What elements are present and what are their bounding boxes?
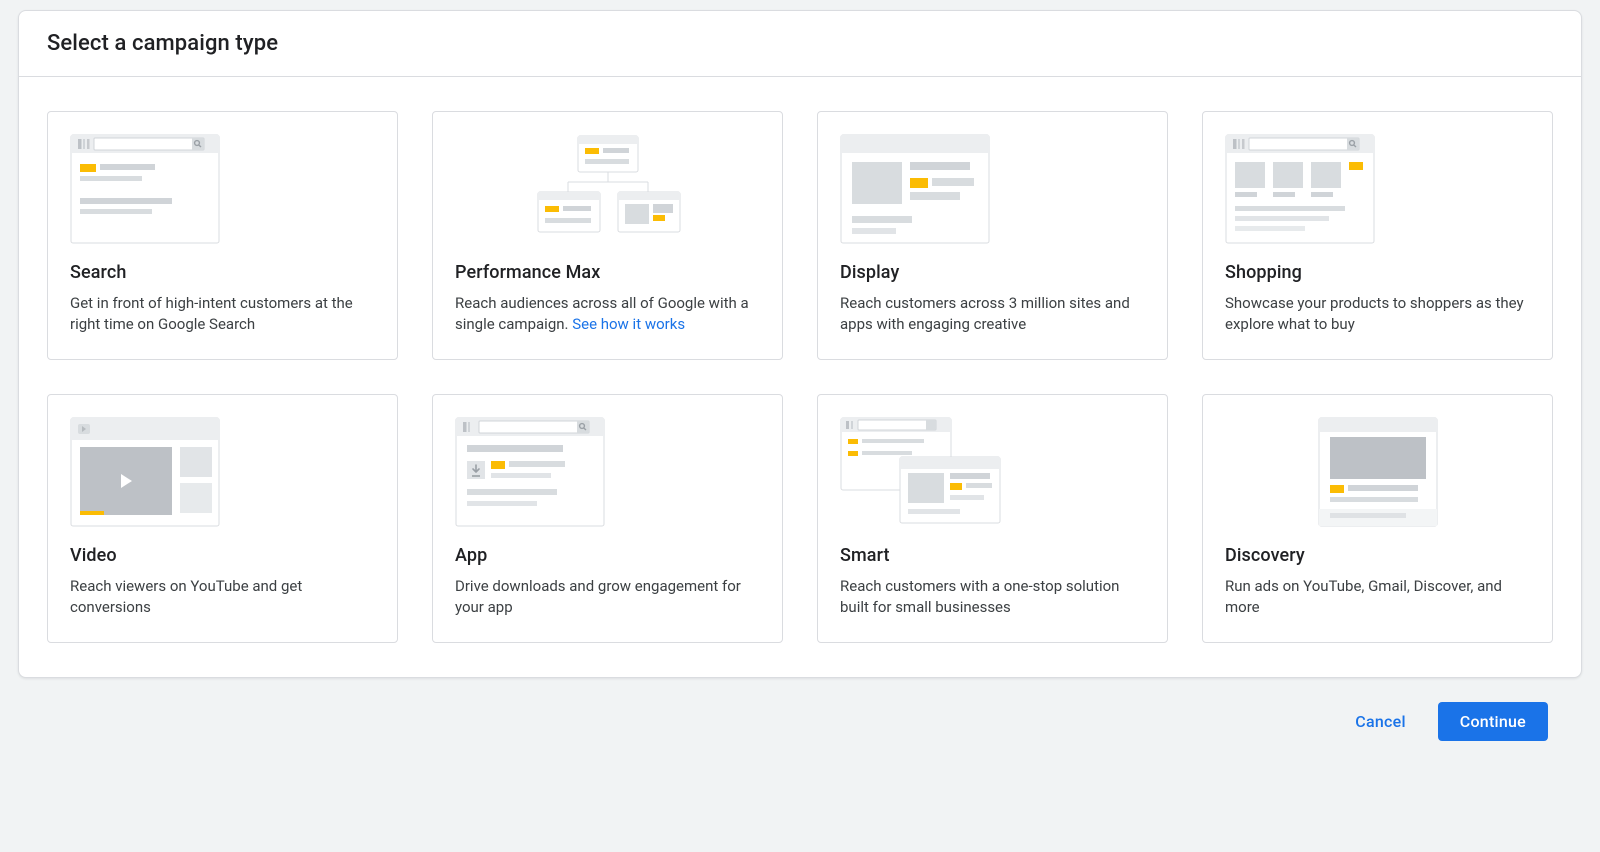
- search-illustration-icon: [70, 134, 375, 244]
- smart-illustration-icon: [840, 417, 1145, 527]
- card-app[interactable]: App Drive downloads and grow engagement …: [432, 394, 783, 643]
- card-smart[interactable]: Smart Reach customers with a one-stop so…: [817, 394, 1168, 643]
- card-desc: Reach customers with a one-stop solution…: [840, 576, 1145, 618]
- card-title: Video: [70, 545, 375, 566]
- page-title: Select a campaign type: [19, 11, 1581, 77]
- video-illustration-icon: [70, 417, 375, 527]
- card-display[interactable]: Display Reach customers across 3 million…: [817, 111, 1168, 360]
- performance-max-illustration-icon: [455, 134, 760, 244]
- card-title: Search: [70, 262, 375, 283]
- card-title: Discovery: [1225, 545, 1530, 566]
- campaign-type-grid: Search Get in front of high-intent custo…: [19, 77, 1581, 677]
- card-title: Performance Max: [455, 262, 760, 283]
- card-desc: Run ads on YouTube, Gmail, Discover, and…: [1225, 576, 1530, 618]
- shopping-illustration-icon: [1225, 134, 1530, 244]
- display-illustration-icon: [840, 134, 1145, 244]
- card-title: App: [455, 545, 760, 566]
- card-desc: Drive downloads and grow engagement for …: [455, 576, 760, 618]
- card-shopping[interactable]: Shopping Showcase your products to shopp…: [1202, 111, 1553, 360]
- continue-button[interactable]: Continue: [1438, 702, 1548, 741]
- card-title: Smart: [840, 545, 1145, 566]
- card-desc: Reach customers across 3 million sites a…: [840, 293, 1145, 335]
- card-desc: Showcase your products to shoppers as th…: [1225, 293, 1530, 335]
- card-performance-max[interactable]: Performance Max Reach audiences across a…: [432, 111, 783, 360]
- card-video[interactable]: Video Reach viewers on YouTube and get c…: [47, 394, 398, 643]
- card-search[interactable]: Search Get in front of high-intent custo…: [47, 111, 398, 360]
- card-desc: Reach audiences across all of Google wit…: [455, 293, 760, 335]
- footer-actions: Cancel Continue: [18, 678, 1582, 765]
- card-discovery[interactable]: Discovery Run ads on YouTube, Gmail, Dis…: [1202, 394, 1553, 643]
- cancel-button[interactable]: Cancel: [1333, 702, 1427, 741]
- campaign-type-panel: Select a campaign type: [18, 10, 1582, 678]
- card-desc: Get in front of high-intent customers at…: [70, 293, 375, 335]
- card-title: Shopping: [1225, 262, 1530, 283]
- card-desc: Reach viewers on YouTube and get convers…: [70, 576, 375, 618]
- how-it-works-link[interactable]: See how it works: [572, 315, 685, 333]
- app-illustration-icon: [455, 417, 760, 527]
- card-title: Display: [840, 262, 1145, 283]
- discovery-illustration-icon: [1225, 417, 1530, 527]
